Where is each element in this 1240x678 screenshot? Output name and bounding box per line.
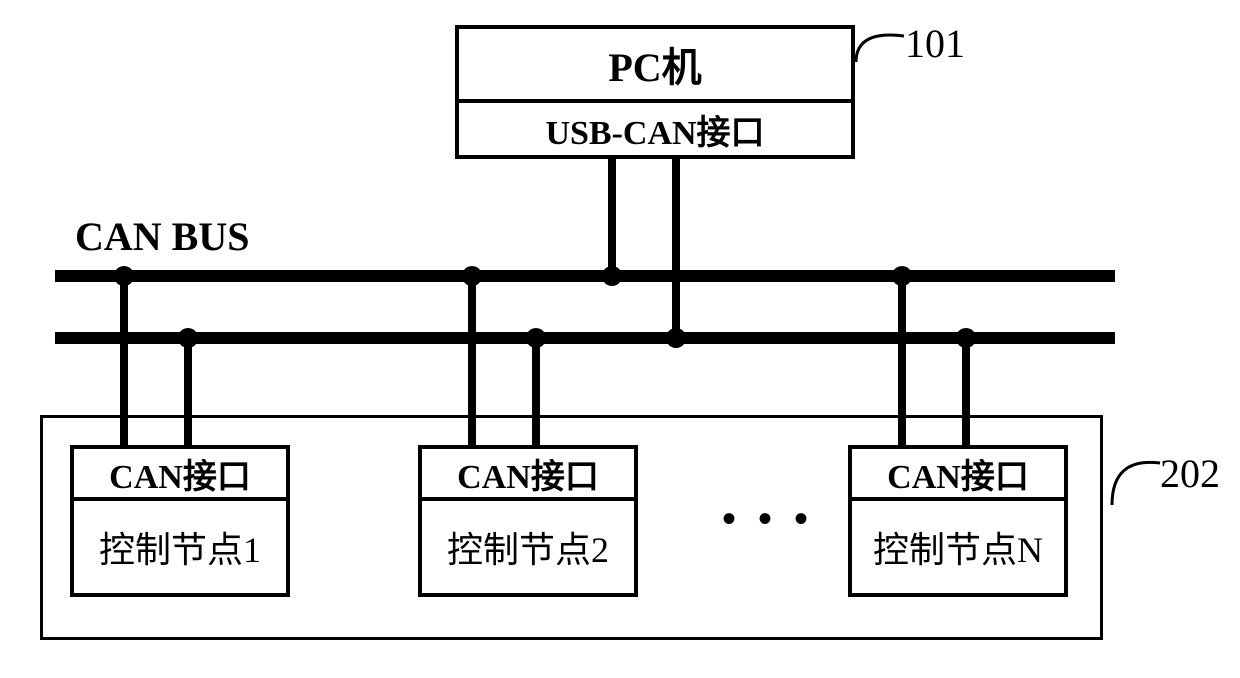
pc-block: PC机 USB-CAN接口 bbox=[455, 25, 855, 159]
pc-title: PC机 bbox=[459, 29, 851, 103]
pc-drop-right bbox=[672, 159, 680, 338]
dot-pc-top bbox=[602, 266, 622, 286]
can-interface-label: CAN接口 bbox=[74, 449, 286, 501]
can-bus-label: CAN BUS bbox=[75, 213, 249, 260]
ref-101: 101 bbox=[905, 20, 965, 67]
control-node-2: CAN接口 控制节点2 bbox=[418, 445, 638, 597]
can-bus-diagram: PC机 USB-CAN接口 101 CAN BUS CAN接口 控制节点1 CA… bbox=[0, 0, 1240, 678]
can-interface-label: CAN接口 bbox=[852, 449, 1064, 501]
can-interface-label: CAN接口 bbox=[422, 449, 634, 501]
dot-n1-bot bbox=[178, 328, 198, 348]
dot-nN-top bbox=[892, 266, 912, 286]
ellipsis-icon: • • • bbox=[722, 495, 814, 542]
control-node-n: CAN接口 控制节点N bbox=[848, 445, 1068, 597]
control-node-1-label: 控制节点1 bbox=[74, 501, 286, 593]
control-node-2-label: 控制节点2 bbox=[422, 501, 634, 593]
dot-n2-bot bbox=[526, 328, 546, 348]
pc-drop-left bbox=[608, 159, 616, 276]
control-node-n-label: 控制节点N bbox=[852, 501, 1064, 593]
dot-n1-top bbox=[114, 266, 134, 286]
dot-n2-top bbox=[462, 266, 482, 286]
ref-202: 202 bbox=[1160, 450, 1220, 497]
can-bus-line-high bbox=[55, 270, 1115, 282]
control-node-1: CAN接口 控制节点1 bbox=[70, 445, 290, 597]
dot-pc-bot bbox=[666, 328, 686, 348]
dot-nN-bot bbox=[956, 328, 976, 348]
usb-can-interface-label: USB-CAN接口 bbox=[459, 103, 851, 155]
